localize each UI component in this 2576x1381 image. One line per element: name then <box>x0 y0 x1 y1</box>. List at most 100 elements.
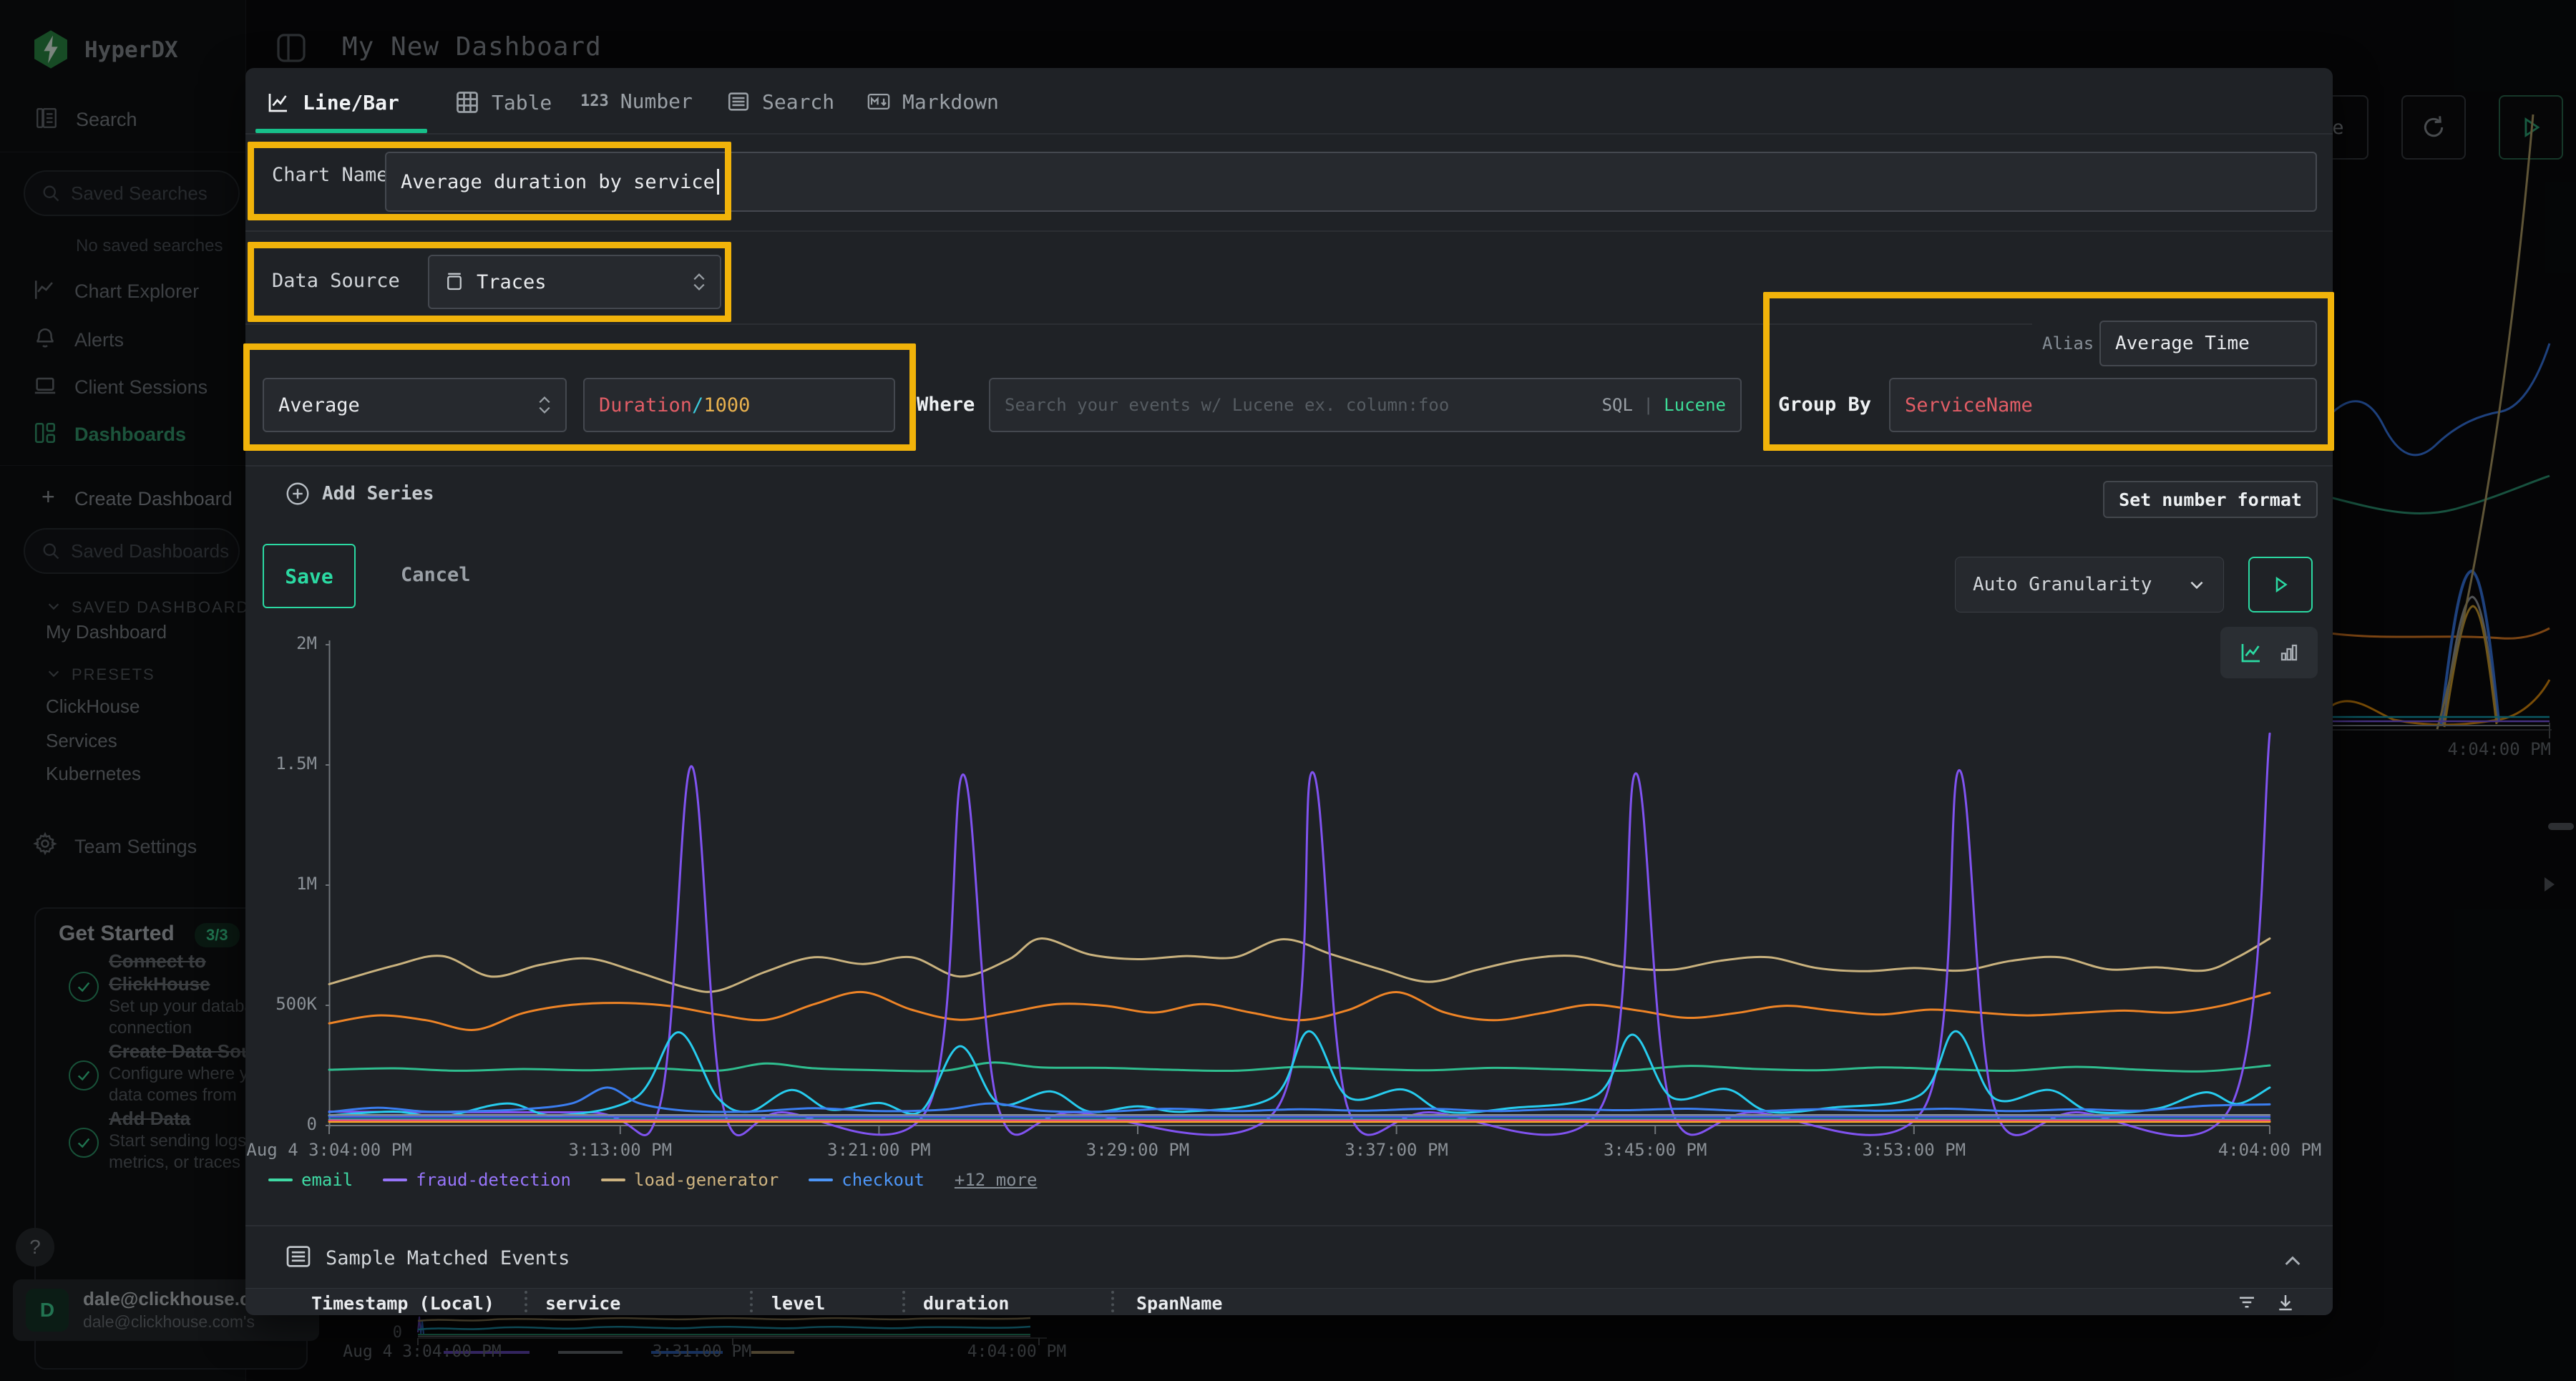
chart-name-input[interactable]: Average duration by service <box>385 152 2317 212</box>
filter-icon[interactable] <box>2236 1292 2258 1313</box>
dashboards-icon <box>33 421 57 445</box>
sql-toggle[interactable]: SQL <box>1602 395 1633 415</box>
markdown-icon <box>867 89 891 114</box>
divider <box>0 465 245 466</box>
alias-label: Alias <box>2042 333 2094 353</box>
chart-explorer-icon <box>33 278 57 302</box>
get-started-step-title[interactable]: Connect to <box>109 950 206 972</box>
column-header-service[interactable]: service <box>545 1293 620 1314</box>
search-docs-icon <box>34 106 59 130</box>
get-started-title: Get Started <box>59 922 175 946</box>
scroll-arrow-icon[interactable] <box>2545 877 2555 892</box>
table-icon <box>454 89 480 115</box>
column-header-spanname[interactable]: SpanName <box>1136 1293 1222 1314</box>
group-by-label: Group By <box>1778 394 1871 416</box>
presets-section-header[interactable]: PRESETS <box>72 665 155 684</box>
alias-input[interactable]: Average Time <box>2099 321 2317 366</box>
sidebar-item-alerts[interactable]: Alerts <box>74 329 124 351</box>
tab-line-bar[interactable]: Line/Bar <box>265 89 399 115</box>
series-line-series-cyan <box>329 1031 2270 1116</box>
sidebar-collapse-icon[interactable] <box>274 31 308 65</box>
123-icon: 123 <box>580 92 609 110</box>
saved-searches-input[interactable]: Saved Searches <box>24 170 240 216</box>
column-separator[interactable] <box>902 1291 905 1312</box>
sidebar-item-services[interactable]: Services <box>46 730 117 752</box>
scrollbar-handle[interactable] <box>2548 823 2574 830</box>
get-started-step-title[interactable]: Add Data <box>109 1108 190 1130</box>
column-separator[interactable] <box>1111 1291 1114 1312</box>
sidebar-item-dashboards[interactable]: Dashboards <box>74 424 186 446</box>
column-separator[interactable] <box>750 1291 753 1312</box>
where-placeholder: Search your events w/ Lucene ex. column:… <box>1005 395 1449 415</box>
legend-dash <box>601 1179 625 1181</box>
sidebar-item-chart-explorer[interactable]: Chart Explorer <box>74 280 199 303</box>
legend-label: checkout <box>841 1170 924 1190</box>
chart-editor-modal: Line/Bar Table 123 Number Search Markdow… <box>245 68 2333 1315</box>
play-icon <box>2270 574 2291 595</box>
list-icon <box>284 1242 313 1271</box>
legend-item[interactable]: fraud-detection <box>383 1170 571 1190</box>
sidebar-item-clickhouse[interactable]: ClickHouse <box>46 696 140 718</box>
collapse-section-icon[interactable] <box>2281 1250 2304 1273</box>
sidebar-item-my-dashboard[interactable]: My Dashboard <box>46 621 167 643</box>
sidebar-item-kubernetes[interactable]: Kubernetes <box>46 763 141 785</box>
legend-dash <box>383 1179 407 1181</box>
create-dashboard-button[interactable]: Create Dashboard <box>74 488 233 510</box>
background-x-label: Aug 4 3:04:00 PM <box>336 1342 508 1361</box>
run-chart-button[interactable] <box>2248 557 2313 613</box>
granularity-select[interactable]: Auto Granularity <box>1955 557 2224 613</box>
legend-label: email <box>301 1170 353 1190</box>
data-source-select[interactable]: Traces <box>428 255 721 309</box>
legend-more-link[interactable]: +12 more <box>955 1170 1038 1190</box>
legend-item[interactable]: load-generator <box>601 1170 779 1190</box>
select-chevrons-icon <box>693 273 706 291</box>
legend-item[interactable]: checkout <box>809 1170 924 1190</box>
help-button[interactable]: ? <box>16 1228 54 1267</box>
chevron-down-icon[interactable] <box>46 665 62 681</box>
tab-number[interactable]: 123 Number <box>580 89 693 113</box>
main-chart <box>326 633 2283 1152</box>
lucene-toggle[interactable]: Lucene <box>1664 395 1726 415</box>
chevron-down-icon <box>2187 575 2206 594</box>
column-header-duration[interactable]: duration <box>923 1293 1009 1314</box>
group-by-input[interactable]: ServiceName <box>1889 378 2317 432</box>
bell-icon <box>33 326 57 351</box>
chart-name-label: Chart Name <box>272 164 389 186</box>
tab-markdown[interactable]: Markdown <box>867 89 999 114</box>
gear-icon <box>33 831 57 856</box>
download-icon[interactable] <box>2275 1292 2296 1313</box>
sidebar-item-search[interactable]: Search <box>76 109 137 131</box>
tab-search[interactable]: Search <box>726 89 834 114</box>
tab-table[interactable]: Table <box>454 89 552 115</box>
chart-legend: email fraud-detection load-generator checko… <box>268 1170 1037 1190</box>
aggregation-select[interactable]: Average <box>263 378 567 432</box>
y-tick-label: 500K <box>251 994 317 1014</box>
column-header-timestamp[interactable]: Timestamp (Local) <box>311 1293 494 1314</box>
legend-label: +12 more <box>955 1170 1038 1190</box>
background-y0-label: 0 <box>381 1324 402 1342</box>
text-cursor <box>717 169 719 195</box>
saved-dashboards-input[interactable]: Saved Dashboards <box>24 528 240 574</box>
add-series-button[interactable]: Add Series <box>285 481 434 507</box>
where-label: Where <box>917 394 975 416</box>
legend-item[interactable]: email <box>268 1170 353 1190</box>
chevron-down-icon[interactable] <box>46 598 62 614</box>
sidebar-item-team-settings[interactable]: Team Settings <box>74 836 197 858</box>
series-line-fraud-detection <box>329 733 2270 1136</box>
save-button[interactable]: Save <box>263 544 356 608</box>
user-email: dale@clickhouse.c <box>83 1288 250 1310</box>
column-separator[interactable] <box>525 1291 527 1312</box>
get-started-step-title[interactable]: ClickHouse <box>109 973 210 995</box>
divider <box>245 1225 2333 1226</box>
field-expression-input[interactable]: Duration/1000 <box>583 378 895 432</box>
no-saved-searches-text: No saved searches <box>76 236 223 256</box>
where-search-input[interactable]: Search your events w/ Lucene ex. column:… <box>989 378 1742 432</box>
set-number-format-button[interactable]: Set number format <box>2103 481 2318 518</box>
sidebar-item-client-sessions[interactable]: Client Sessions <box>74 376 208 399</box>
saved-searches-placeholder: Saved Searches <box>71 182 208 205</box>
saved-dashboards-section-header[interactable]: SAVED DASHBOARDS <box>72 598 261 617</box>
column-header-level[interactable]: level <box>771 1293 825 1314</box>
cancel-button[interactable]: Cancel <box>401 564 471 586</box>
brand-name: HyperDX <box>84 37 178 63</box>
divider <box>245 465 2333 467</box>
